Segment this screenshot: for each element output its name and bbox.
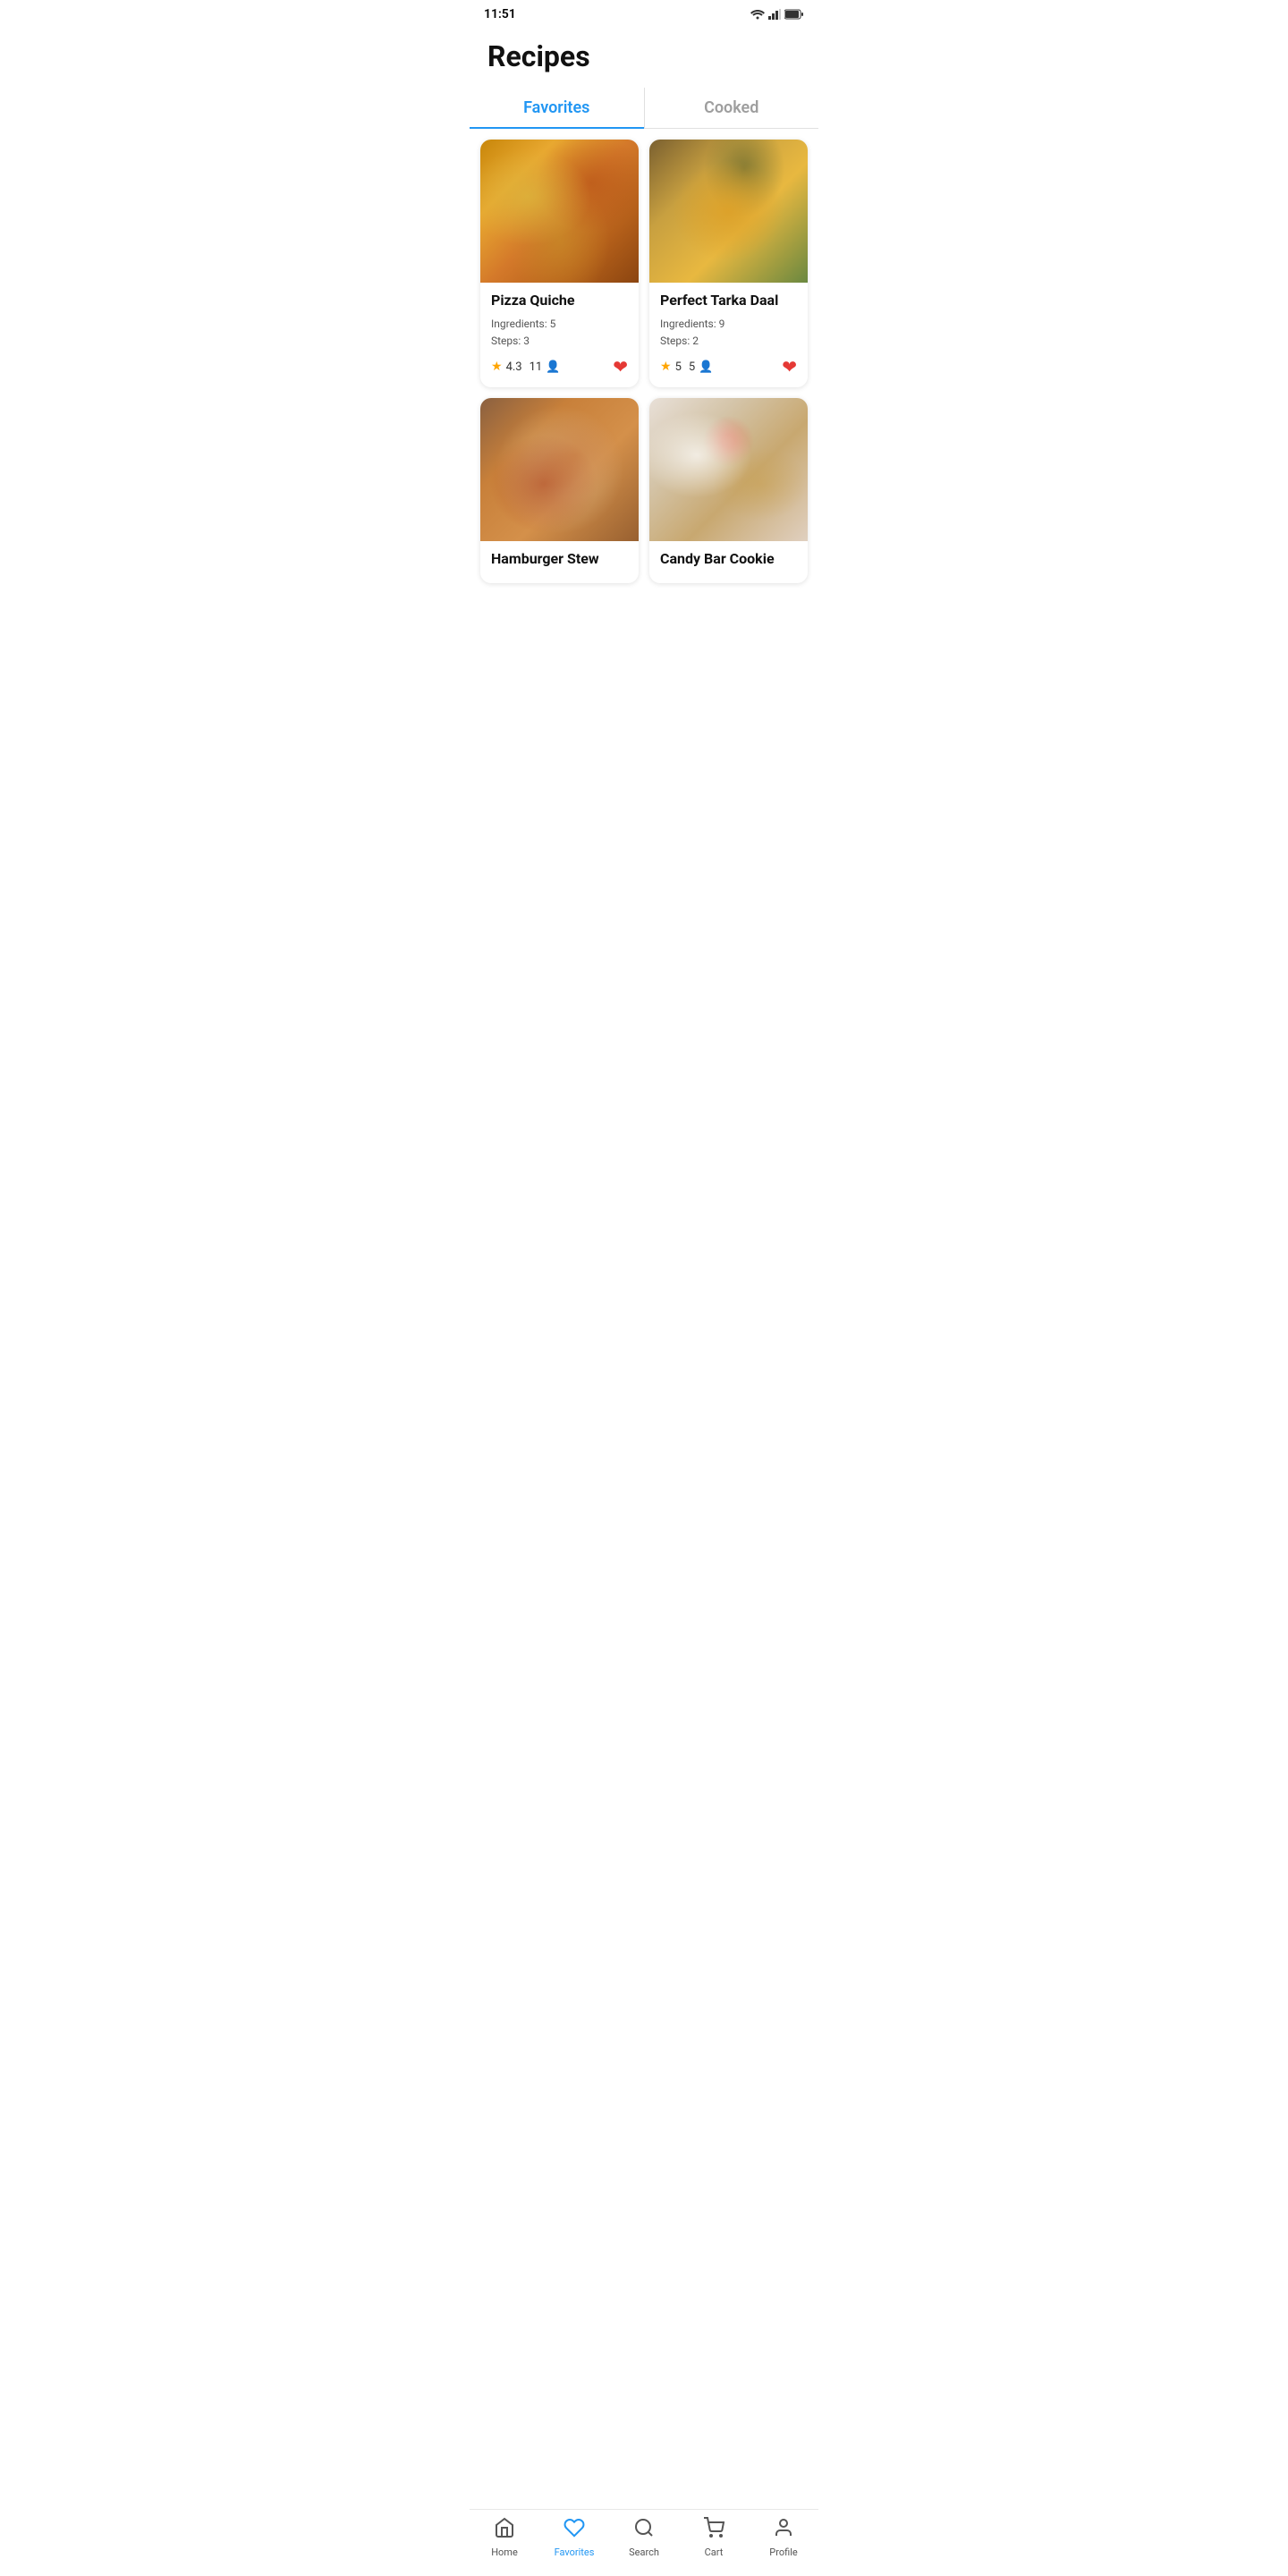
person-icon: 👤 xyxy=(699,360,713,374)
recipe-title: Candy Bar Cookie xyxy=(660,550,797,567)
recipe-info-pizza-quiche: Pizza Quiche Ingredients: 5 Steps: 3 ★ 4… xyxy=(480,283,639,387)
recipe-image-candy-bar-cookie xyxy=(649,398,808,541)
status-icons xyxy=(750,9,804,20)
rating-count: 5 xyxy=(689,360,695,374)
recipe-stats: ★ 4.3 11 👤 ❤ xyxy=(491,356,628,378)
nav-item-profile[interactable]: Profile xyxy=(757,2517,810,2558)
home-icon xyxy=(494,2517,515,2544)
nav-item-favorites[interactable]: Favorites xyxy=(547,2517,601,2558)
star-icon: ★ xyxy=(660,360,672,374)
nav-label-home: Home xyxy=(491,2546,518,2558)
page-header: Recipes xyxy=(470,25,818,80)
recipe-stats: ★ 5 5 👤 ❤ xyxy=(660,356,797,378)
nav-item-cart[interactable]: Cart xyxy=(687,2517,741,2558)
rating: 4.3 xyxy=(506,360,522,374)
recipe-title: Perfect Tarka Daal xyxy=(660,292,797,309)
recipe-title: Pizza Quiche xyxy=(491,292,628,309)
recipe-image-pizza-quiche xyxy=(480,140,639,283)
time: 11:51 xyxy=(484,7,516,21)
page-title: Recipes xyxy=(487,39,801,73)
recipe-card-tarka-daal[interactable]: Perfect Tarka Daal Ingredients: 9 Steps:… xyxy=(649,140,808,387)
favorite-button[interactable]: ❤ xyxy=(613,356,628,378)
star-icon: ★ xyxy=(491,360,503,374)
stats-left: ★ 4.3 11 👤 xyxy=(491,360,560,374)
favorite-button[interactable]: ❤ xyxy=(782,356,797,378)
search-icon xyxy=(633,2517,655,2544)
tabs-container: Favorites Cooked xyxy=(470,88,818,129)
nav-label-profile: Profile xyxy=(769,2546,797,2558)
recipe-card-hamburger-stew[interactable]: Hamburger Stew xyxy=(480,398,639,583)
battery-icon xyxy=(784,9,804,20)
nav-item-home[interactable]: Home xyxy=(478,2517,531,2558)
recipe-image-tarka-daal xyxy=(649,140,808,283)
recipe-title: Hamburger Stew xyxy=(491,550,628,567)
nav-label-search: Search xyxy=(629,2546,659,2558)
rating-count: 11 xyxy=(530,360,543,374)
recipe-info-hamburger-stew: Hamburger Stew xyxy=(480,541,639,583)
recipe-image-hamburger-stew xyxy=(480,398,639,541)
stats-left: ★ 5 5 👤 xyxy=(660,360,713,374)
tab-cooked[interactable]: Cooked xyxy=(645,88,819,128)
bottom-nav: Home Favorites Search Cart xyxy=(470,2509,818,2576)
recipe-info-candy-bar-cookie: Candy Bar Cookie xyxy=(649,541,808,583)
person-icon: 👤 xyxy=(546,360,560,374)
wifi-icon xyxy=(750,9,765,20)
profile-icon xyxy=(773,2517,794,2544)
nav-item-search[interactable]: Search xyxy=(617,2517,671,2558)
recipe-info-tarka-daal: Perfect Tarka Daal Ingredients: 9 Steps:… xyxy=(649,283,808,387)
favorites-icon xyxy=(564,2517,585,2544)
cart-icon xyxy=(703,2517,724,2544)
nav-label-cart: Cart xyxy=(705,2546,724,2558)
recipe-card-pizza-quiche[interactable]: Pizza Quiche Ingredients: 5 Steps: 3 ★ 4… xyxy=(480,140,639,387)
signal-icon xyxy=(768,9,781,20)
rating: 5 xyxy=(675,360,682,374)
recipe-meta: Ingredients: 5 Steps: 3 xyxy=(491,316,628,350)
recipe-grid: Pizza Quiche Ingredients: 5 Steps: 3 ★ 4… xyxy=(470,140,818,655)
nav-label-favorites: Favorites xyxy=(555,2546,595,2558)
recipe-card-candy-bar-cookie[interactable]: Candy Bar Cookie xyxy=(649,398,808,583)
tab-favorites[interactable]: Favorites xyxy=(470,88,644,128)
status-bar: 11:51 xyxy=(470,0,818,25)
recipe-meta: Ingredients: 9 Steps: 2 xyxy=(660,316,797,350)
